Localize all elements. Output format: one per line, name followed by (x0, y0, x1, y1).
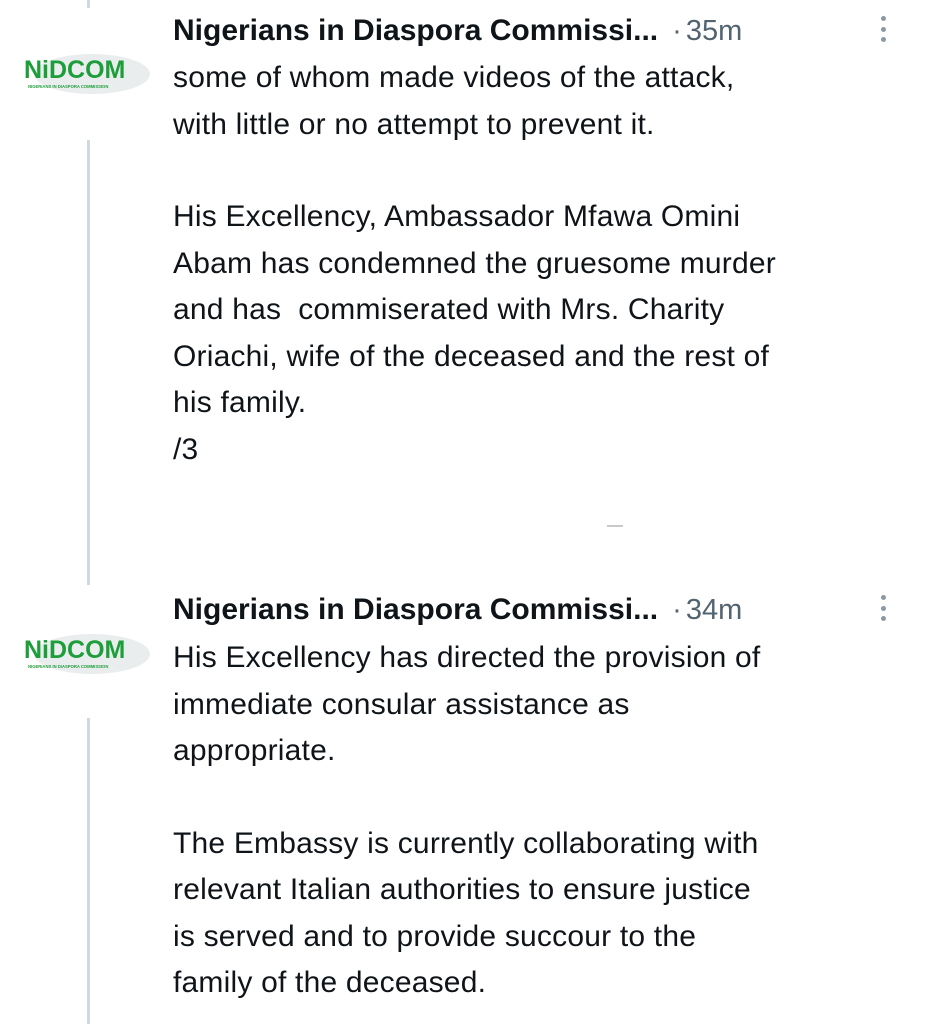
tweet-paragraph: His Excellency, Ambassador Mfawa Omini A… (173, 200, 776, 466)
tweet-header: Nigerians in Diaspora Commissi... · 35m (173, 11, 926, 51)
more-options-icon[interactable] (880, 16, 886, 42)
logo-subtext: NIGERIANS IN DIASPORA COMMISSION (28, 84, 108, 89)
nidcom-logo-icon: NiDCOM NIGERIANS IN DIASPORA COMMISSION (24, 54, 150, 94)
tweet-header: Nigerians in Diaspora Commissi... · 34m (173, 590, 926, 630)
timestamp[interactable]: 34m (686, 594, 742, 627)
divider-mark (607, 525, 623, 527)
logo-wordmark: NiDCOM (24, 56, 125, 84)
nidcom-logo-icon: NiDCOM NIGERIANS IN DIASPORA COMMISSION (24, 634, 150, 674)
separator-dot: · (672, 14, 682, 47)
author-name[interactable]: Nigerians in Diaspora Commissi... (173, 593, 658, 627)
tweet[interactable]: NiDCOM NIGERIANS IN DIASPORA COMMISSION … (0, 590, 926, 1024)
tweet[interactable]: NiDCOM NIGERIANS IN DIASPORA COMMISSION … (0, 0, 926, 560)
separator-dot: · (672, 593, 682, 626)
avatar[interactable]: NiDCOM NIGERIANS IN DIASPORA COMMISSION (22, 628, 154, 686)
more-options-icon[interactable] (880, 595, 886, 621)
tweet-text: some of whom made videos of the attack, … (173, 55, 903, 473)
avatar[interactable]: NiDCOM NIGERIANS IN DIASPORA COMMISSION (22, 48, 154, 106)
tweet-paragraph: The Embassy is currently collaborating w… (173, 826, 759, 1000)
author-name[interactable]: Nigerians in Diaspora Commissi... (173, 14, 658, 48)
tweet-paragraph: some of whom made videos of the attack, … (173, 61, 735, 141)
tweet-text: His Excellency has directed the provisio… (173, 635, 903, 1007)
tweet-paragraph: His Excellency has directed the provisio… (173, 641, 761, 767)
logo-subtext: NIGERIANS IN DIASPORA COMMISSION (28, 664, 108, 669)
logo-wordmark: NiDCOM (24, 636, 125, 664)
timestamp[interactable]: 35m (686, 15, 742, 48)
